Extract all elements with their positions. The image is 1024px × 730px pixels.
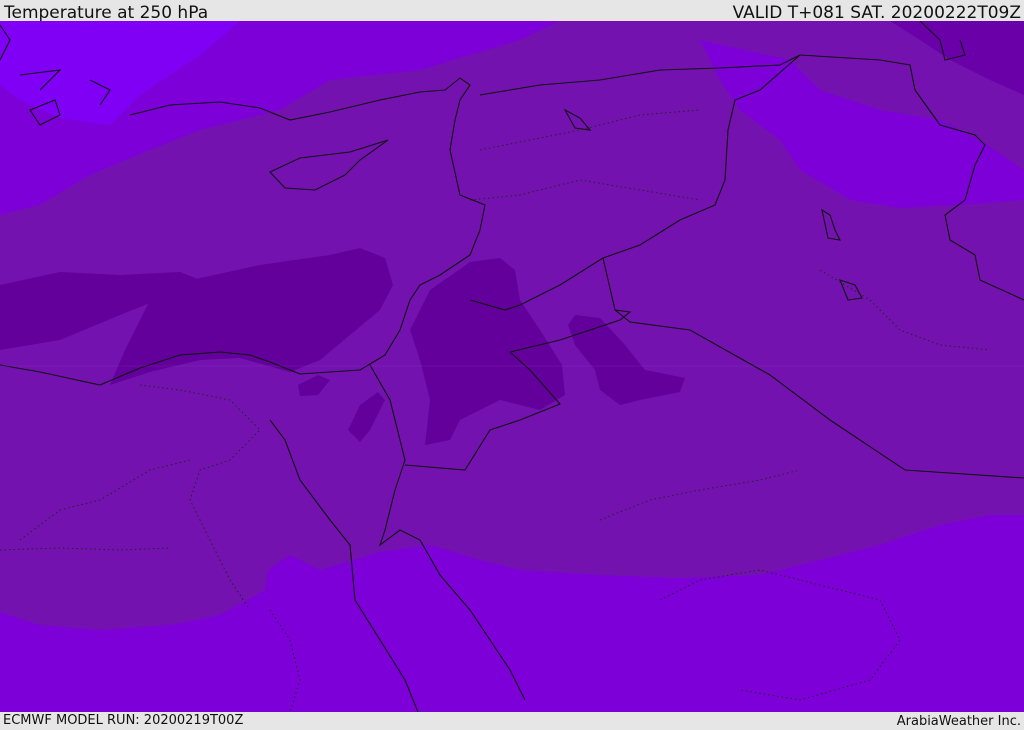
header-bar: Temperature at 250 hPa VALID T+081 SAT. … <box>0 0 1024 23</box>
map-canvas <box>0 21 1024 712</box>
footer-bar: ECMWF MODEL RUN: 20200219T00Z ArabiaWeat… <box>0 712 1024 729</box>
map-title: Temperature at 250 hPa <box>4 3 209 23</box>
valid-time: VALID T+081 SAT. 20200222T09Z <box>732 3 1021 23</box>
model-run-label: ECMWF MODEL RUN: 20200219T00Z <box>3 713 244 728</box>
temperature-map[interactable] <box>0 21 1024 712</box>
credit-label: ArabiaWeather Inc. <box>896 714 1021 729</box>
